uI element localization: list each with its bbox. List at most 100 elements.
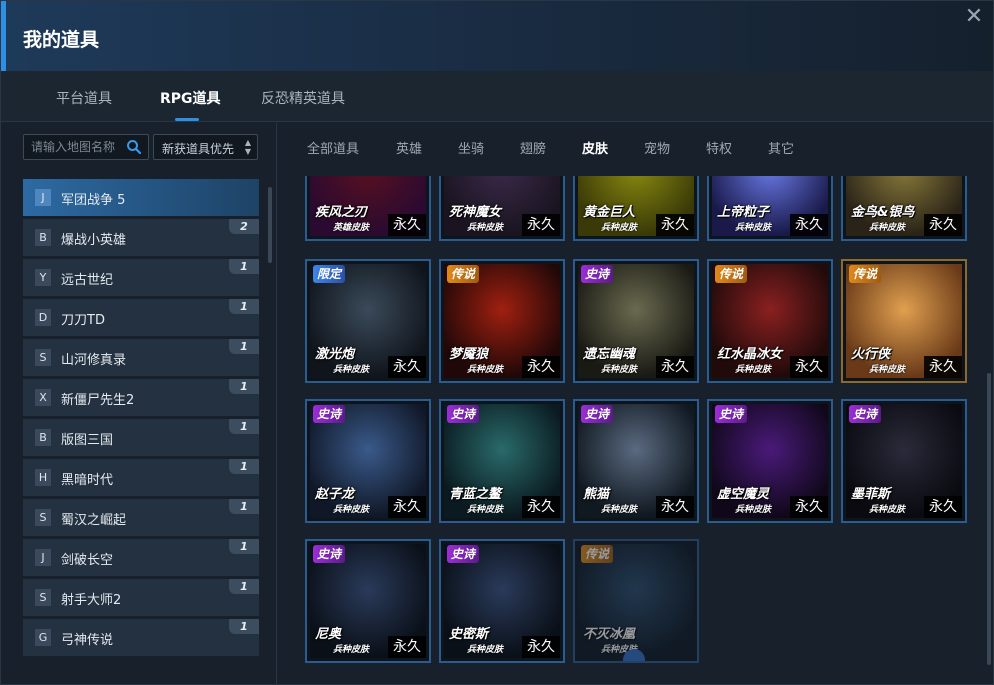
items-window: 我的道具 ✕ 平台道具 RPG道具 反恐精英道具 新获道具优先 ▲▼ J 军团战…: [0, 0, 994, 685]
item-type: 兵种皮肤: [601, 365, 638, 375]
map-name: 军团战争 5: [61, 193, 126, 208]
map-name: 剑破长空: [61, 553, 114, 568]
item-card[interactable]: 史诗 墨菲斯 兵种皮肤 永久: [841, 399, 967, 523]
map-list-item[interactable]: S 射手大师2 1: [23, 579, 259, 616]
item-card[interactable]: 史诗 遗忘幽魂 兵种皮肤 永久: [573, 259, 699, 383]
map-initial: S: [35, 349, 51, 366]
item-name: 不灭冰凰: [583, 627, 636, 642]
map-list-item[interactable]: B 爆战小英雄 2: [23, 219, 259, 256]
item-type: 兵种皮肤: [333, 365, 370, 375]
tab-cs-items[interactable]: 反恐精英道具: [261, 88, 345, 108]
item-duration: 永久: [656, 214, 694, 236]
item-card[interactable]: 传说 梦魇狼 兵种皮肤 永久: [439, 259, 565, 383]
item-duration: 永久: [790, 214, 828, 236]
map-list-scrollbar[interactable]: [268, 187, 272, 263]
item-card[interactable]: 史诗 熊猫 兵种皮肤 永久: [573, 399, 699, 523]
map-list: J 军团战争 5 B 爆战小英雄 2 Y 远古世纪 1 D 刀刀TD 1 S 山…: [23, 179, 259, 659]
item-name: 火行侠: [851, 347, 891, 362]
window-header: 我的道具 ✕: [1, 1, 993, 71]
rarity-tag: 传说: [715, 265, 748, 283]
map-list-item[interactable]: H 黑暗时代 1: [23, 459, 259, 496]
item-type: 兵种皮肤: [869, 223, 906, 233]
map-initial: J: [35, 549, 51, 566]
rarity-tag: 史诗: [581, 265, 614, 283]
item-name: 金鸟&银鸟: [851, 205, 915, 220]
header-accent-bar: [1, 1, 6, 71]
tab-heroes[interactable]: 英雄: [396, 138, 422, 157]
item-name: 死神魔女: [449, 205, 502, 220]
item-card[interactable]: 上帝粒子 兵种皮肤 永久: [707, 176, 833, 241]
item-name: 遗忘幽魂: [583, 347, 636, 362]
item-duration: 永久: [924, 214, 962, 236]
item-card-locked[interactable]: 传说 不灭冰凰 兵种皮肤: [573, 539, 699, 663]
tab-all-items[interactable]: 全部道具: [307, 138, 359, 157]
item-name: 赵子龙: [315, 487, 355, 502]
item-card[interactable]: 传说 火行侠 兵种皮肤 永久: [841, 259, 967, 383]
tab-wings[interactable]: 翅膀: [520, 138, 546, 157]
sort-select-value: 新获道具优先: [162, 142, 235, 156]
item-name: 墨菲斯: [851, 487, 891, 502]
rarity-tag: 史诗: [447, 545, 480, 563]
item-card[interactable]: 史诗 青蓝之鳌 兵种皮肤 永久: [439, 399, 565, 523]
item-count-badge: 1: [229, 579, 259, 594]
tab-platform-items[interactable]: 平台道具: [56, 88, 112, 108]
item-count-badge: 1: [229, 419, 259, 434]
map-list-item[interactable]: J 军团战争 5: [23, 179, 259, 216]
map-initial: S: [35, 509, 51, 526]
map-name: 刀刀TD: [61, 313, 105, 328]
item-card[interactable]: 金鸟&银鸟 兵种皮肤 永久: [841, 176, 967, 241]
tab-rpg-items[interactable]: RPG道具: [160, 88, 221, 108]
map-search-input[interactable]: [24, 135, 124, 159]
map-name: 新僵尸先生2: [61, 393, 135, 408]
item-card[interactable]: 死神魔女 兵种皮肤 永久: [439, 176, 565, 241]
rarity-tag: 史诗: [447, 405, 480, 423]
map-list-item[interactable]: D 刀刀TD 1: [23, 299, 259, 336]
map-initial: J: [35, 189, 51, 206]
sort-arrows-icon: ▲ ▼: [244, 138, 251, 156]
map-list-item[interactable]: J 剑破长空 1: [23, 539, 259, 576]
item-type: 兵种皮肤: [333, 645, 370, 655]
map-list-item[interactable]: X 新僵尸先生2 1: [23, 379, 259, 416]
item-card[interactable]: 史诗 尼奥 兵种皮肤 永久: [305, 539, 431, 663]
map-list-item[interactable]: B 版图三国 1: [23, 419, 259, 456]
item-type: 兵种皮肤: [869, 505, 906, 515]
item-duration: 永久: [522, 214, 560, 236]
tab-pets[interactable]: 宠物: [644, 138, 670, 157]
item-card[interactable]: 史诗 史密斯 兵种皮肤 永久: [439, 539, 565, 663]
item-grid-scrollbar[interactable]: [987, 373, 991, 665]
item-name: 黄金巨人: [583, 205, 636, 220]
item-card[interactable]: 黄金巨人 兵种皮肤 永久: [573, 176, 699, 241]
item-duration: 永久: [522, 356, 560, 378]
map-initial: S: [35, 589, 51, 606]
search-icon[interactable]: [126, 139, 142, 155]
close-icon[interactable]: ✕: [963, 6, 985, 29]
item-card[interactable]: 传说 红水晶冰女 兵种皮肤 永久: [707, 259, 833, 383]
item-card[interactable]: 限定 激光炮 兵种皮肤 永久: [305, 259, 431, 383]
tab-skins[interactable]: 皮肤: [582, 138, 608, 157]
map-list-item[interactable]: Y 远古世纪 1: [23, 259, 259, 296]
map-list-item[interactable]: S 蜀汉之崛起 1: [23, 499, 259, 536]
item-type: 英雄皮肤: [333, 223, 370, 233]
item-type: 兵种皮肤: [333, 505, 370, 515]
map-initial: Y: [35, 269, 51, 286]
tab-privileges[interactable]: 特权: [706, 138, 732, 157]
map-name: 山河修真录: [61, 353, 127, 368]
tab-others[interactable]: 其它: [768, 138, 794, 157]
item-card[interactable]: 史诗 赵子龙 兵种皮肤 永久: [305, 399, 431, 523]
item-card[interactable]: 史诗 虚空魔灵 兵种皮肤 永久: [707, 399, 833, 523]
map-list-item[interactable]: G 弓神传说 1: [23, 619, 259, 656]
map-initial: D: [35, 309, 51, 326]
map-initial: B: [35, 229, 51, 246]
sort-select[interactable]: 新获道具优先 ▲ ▼: [153, 134, 258, 160]
map-name: 射手大师2: [61, 593, 122, 608]
item-card[interactable]: 疾风之刃 英雄皮肤 永久: [305, 176, 431, 241]
item-type: 兵种皮肤: [467, 223, 504, 233]
map-initial: X: [35, 389, 51, 406]
map-name: 黑暗时代: [61, 473, 114, 488]
item-type: 兵种皮肤: [467, 365, 504, 375]
map-name: 远古世纪: [61, 273, 114, 288]
tab-mounts[interactable]: 坐骑: [458, 138, 484, 157]
map-initial: G: [35, 629, 51, 646]
item-name: 激光炮: [315, 347, 355, 362]
map-list-item[interactable]: S 山河修真录 1: [23, 339, 259, 376]
